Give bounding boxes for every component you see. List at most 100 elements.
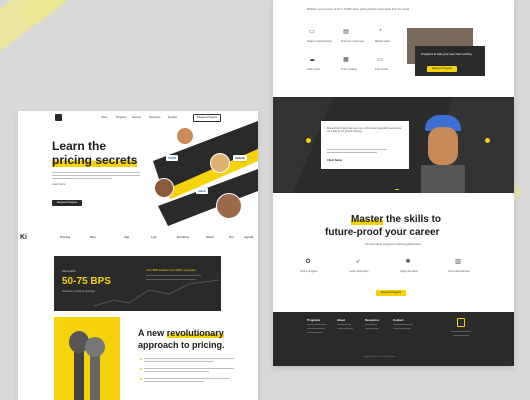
landing-page-right: Whether you're a team of 10 or 10,000, t… bbox=[273, 0, 514, 366]
partner-badge: slack bbox=[196, 188, 208, 194]
stats-label: Since 2011 bbox=[62, 269, 76, 273]
feature-label: Shared capital pricing bbox=[307, 40, 332, 43]
client-logo: Slack bbox=[206, 235, 214, 239]
hero-text-line bbox=[52, 178, 112, 180]
footer-col-title: Resources bbox=[365, 318, 380, 322]
promo-cta-button[interactable]: Request Program bbox=[427, 66, 457, 72]
intro-text: Whether you're a team of 10 or 10,000, t… bbox=[307, 8, 409, 11]
step-label: Apply the ideas bbox=[400, 270, 418, 273]
client-logo: Lyft bbox=[151, 235, 157, 239]
testimonial-quote: Monetizing Pricing has been one of the m… bbox=[327, 127, 402, 134]
nav-programs[interactable]: Programs bbox=[116, 116, 126, 119]
footer-link[interactable] bbox=[365, 324, 377, 326]
master-title-a: the skills to bbox=[383, 214, 442, 225]
bg-stripe bbox=[20, 0, 270, 28]
partner-badge: TUCK bbox=[166, 155, 179, 161]
revo-title-line2: approach to pricing. bbox=[138, 340, 225, 350]
stats-text-line bbox=[146, 275, 201, 277]
hero-title-line2: pricing secrets bbox=[52, 153, 138, 167]
master-title-line2: future-proof your career bbox=[325, 227, 440, 238]
revo-text-line bbox=[144, 378, 229, 380]
slider-dot[interactable] bbox=[306, 138, 311, 143]
master-highlight: Master bbox=[351, 214, 384, 225]
gear-icon: ✺ bbox=[405, 259, 411, 265]
master-cta-button[interactable]: Request Program bbox=[376, 290, 406, 296]
footer-link[interactable] bbox=[393, 324, 413, 326]
bullet-icon bbox=[140, 358, 142, 360]
fists-photo bbox=[54, 317, 120, 400]
revo-text-line bbox=[144, 371, 209, 373]
layers-icon: ▦ bbox=[343, 57, 349, 63]
nav-freebies[interactable]: Freebies bbox=[168, 116, 177, 119]
testimonial-card: Monetizing Pricing has been one of the m… bbox=[321, 121, 409, 169]
bullet-icon bbox=[140, 368, 142, 370]
hero-learn-link[interactable]: Learn More bbox=[52, 183, 65, 186]
client-logo: Booking bbox=[177, 235, 189, 239]
client-logo: Agoda bbox=[244, 235, 254, 239]
landing-page-left: Home Programs Reviews Resources Freebies… bbox=[18, 111, 258, 400]
feature-label: Sales tools bbox=[307, 68, 320, 71]
feature-label: Find new customers bbox=[341, 40, 365, 43]
chart-icon: ▥ bbox=[455, 259, 461, 265]
footer-link[interactable] bbox=[365, 328, 379, 330]
quote-line bbox=[327, 152, 377, 154]
footer-logo-icon bbox=[457, 318, 465, 327]
shirt bbox=[421, 165, 465, 193]
footer-link[interactable] bbox=[307, 324, 327, 326]
revo-title-line1: A new revolutionary bbox=[138, 328, 224, 338]
feature-label: Fast results bbox=[375, 68, 389, 71]
monitor-icon: ▭ bbox=[377, 57, 383, 63]
slider-dot[interactable] bbox=[485, 138, 490, 143]
brand-logo[interactable] bbox=[55, 114, 62, 121]
client-logo: Pricing bbox=[60, 235, 71, 239]
master-desc: Join the pricing programs trusted by glo… bbox=[364, 243, 422, 246]
step-label: Pick a program bbox=[300, 270, 318, 273]
footer-link[interactable] bbox=[307, 332, 323, 334]
pager-indicator[interactable] bbox=[395, 189, 399, 190]
client-logo: Ki bbox=[20, 234, 27, 241]
hero-cta-button[interactable]: Request Program bbox=[52, 200, 82, 206]
footer-col-title: About bbox=[337, 318, 346, 322]
revo-text-line bbox=[144, 368, 234, 370]
avatar bbox=[176, 127, 194, 145]
footer-col-title: Programs bbox=[307, 318, 321, 322]
step-label: Learn with peers bbox=[349, 270, 369, 273]
footer-col-title: Contact bbox=[393, 318, 404, 322]
hero-text-line bbox=[52, 175, 140, 177]
avatar bbox=[216, 193, 242, 219]
avatar bbox=[154, 178, 174, 198]
partner-badge: Airbnb bbox=[233, 155, 247, 161]
rocket-icon: ➶ bbox=[355, 259, 361, 265]
revo-text-line bbox=[144, 381, 204, 383]
stats-text-line bbox=[146, 279, 196, 281]
footer-link[interactable] bbox=[337, 328, 353, 330]
briefcase-icon: ▭ bbox=[309, 29, 315, 35]
nav-resources[interactable]: Resources bbox=[149, 116, 160, 119]
hero-text-line bbox=[52, 172, 140, 174]
footer: Programs About Resources Contact Copyrig… bbox=[273, 312, 514, 366]
stats-right-text: Over 3000 students from 1000+ companies bbox=[146, 269, 196, 272]
feature-label: Team strategy bbox=[341, 68, 358, 71]
clock-icon: ◔ bbox=[378, 28, 382, 34]
stats-chart-graphic bbox=[94, 279, 219, 307]
avatar bbox=[210, 153, 230, 173]
medal-icon: ✪ bbox=[305, 259, 311, 265]
footer-link[interactable] bbox=[337, 324, 351, 326]
footer-address-line bbox=[453, 335, 469, 337]
stats-panel: Since 2011 50-75 BPS Increase in profit … bbox=[54, 256, 221, 311]
revo-text-line bbox=[144, 358, 234, 360]
revo-title-highlight: revolutionary bbox=[166, 328, 224, 338]
stats-desc: Increase in profit on average bbox=[62, 290, 95, 293]
testimonial-photo bbox=[421, 109, 465, 193]
promo-text: Programs to help your team learn pricing bbox=[421, 52, 472, 56]
footer-link[interactable] bbox=[307, 328, 325, 330]
step-label: Grow the business bbox=[448, 270, 470, 273]
nav-reviews[interactable]: Reviews bbox=[132, 116, 141, 119]
feature-label: Market value bbox=[375, 40, 390, 43]
footer-address-line bbox=[451, 331, 471, 333]
document-icon: ▤ bbox=[343, 29, 349, 35]
nav-home[interactable]: Home bbox=[101, 116, 107, 119]
footer-link[interactable] bbox=[393, 328, 411, 330]
face bbox=[428, 127, 458, 165]
footer-copyright: Copyright 2024 - Pricing Partners bbox=[363, 356, 396, 358]
